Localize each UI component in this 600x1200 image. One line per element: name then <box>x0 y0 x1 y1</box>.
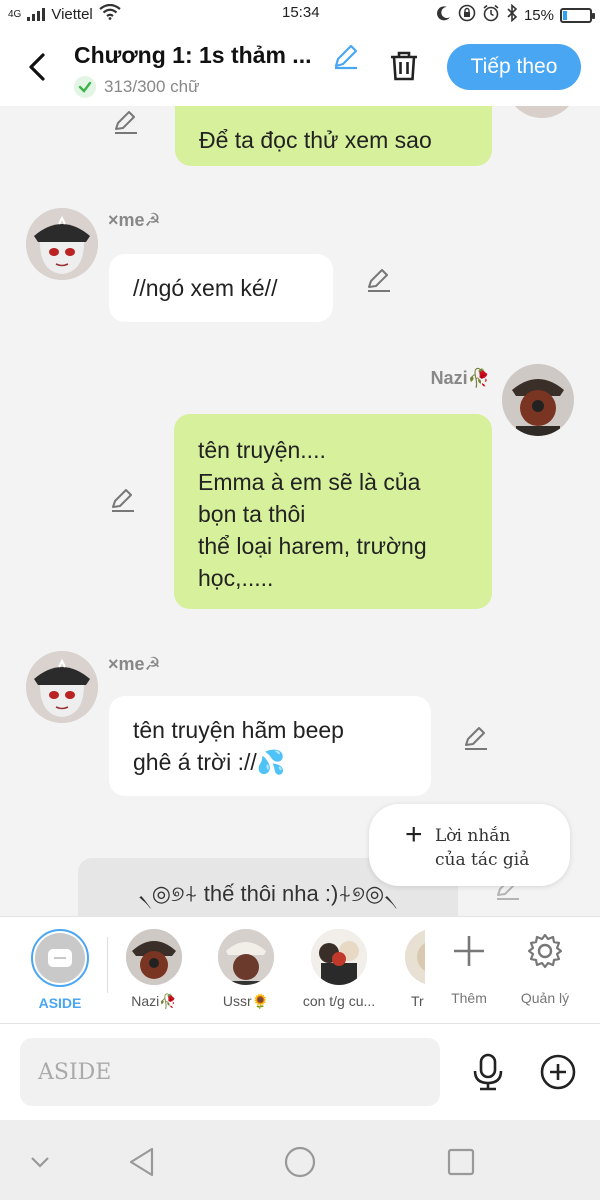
input-bar <box>0 1024 600 1120</box>
message-bubble[interactable]: tên truyện hãm beep ghê á trời ://💦 <box>109 696 431 796</box>
avatar[interactable] <box>506 106 578 118</box>
nav-home-button[interactable] <box>280 1142 320 1182</box>
wifi-icon <box>99 3 121 24</box>
square-recents-icon <box>447 1148 475 1176</box>
chevron-down-icon <box>31 1157 49 1168</box>
add-media-button[interactable] <box>538 1052 578 1092</box>
pencil-icon <box>465 727 487 750</box>
edit-message-button[interactable] <box>365 266 393 294</box>
word-count: 313/300 chữ <box>74 76 200 98</box>
next-button[interactable]: Tiếp theo <box>447 44 581 90</box>
author-note-button[interactable]: + Lời nhắn của tác giả <box>369 804 570 886</box>
circle-home-icon <box>284 1146 316 1178</box>
avatar <box>311 929 367 985</box>
character-nazi[interactable]: Nazi🥀 <box>111 929 197 1010</box>
sender-name: ×me☭ <box>108 210 161 230</box>
bluetooth-icon <box>506 3 518 26</box>
message-text: //ngó xem ké// <box>133 275 278 301</box>
manage-label: Quản lý <box>520 990 570 1006</box>
plus-icon: + <box>405 818 423 851</box>
signal-icon <box>27 7 46 21</box>
author-note-label-line: Lời nhắn <box>435 826 511 846</box>
network-type: 4G <box>8 8 22 20</box>
avatar <box>218 929 274 985</box>
add-circle-icon <box>540 1054 576 1090</box>
message-text-line: bọn ta thôi <box>198 501 306 527</box>
battery-percent: 15% <box>523 6 554 24</box>
edit-message-button[interactable] <box>109 486 137 514</box>
hide-keyboard-button[interactable] <box>22 1142 62 1182</box>
clock: 15:34 <box>282 4 320 21</box>
carrier-name: Viettel <box>51 5 93 23</box>
edit-message-button[interactable] <box>462 724 490 752</box>
edit-message-button[interactable] <box>112 108 140 136</box>
microphone-icon <box>473 1053 503 1091</box>
message-text-line: Emma à em sẽ là của <box>198 469 421 495</box>
voice-button[interactable] <box>468 1052 508 1092</box>
trash-icon <box>391 51 417 81</box>
aside-avatar <box>31 929 89 987</box>
nav-back-button[interactable] <box>124 1142 164 1182</box>
plus-icon <box>454 936 484 966</box>
character-name: Nazi🥀 <box>131 993 177 1009</box>
character-con-tg[interactable]: con t/g cu... <box>296 929 382 1009</box>
character-aside[interactable]: ASIDE <box>17 929 103 1011</box>
message-text-line: tên truyện.... <box>198 437 326 463</box>
chat-area[interactable]: Để ta đọc thử xem sao ×me☭ //ngó xem ké/… <box>0 106 600 916</box>
battery-icon <box>560 7 595 23</box>
avatar[interactable] <box>26 208 98 280</box>
triangle-back-icon <box>129 1147 154 1177</box>
chapter-header: Chương 1: 1s thảm ... 313/300 chữ Tiếp t… <box>0 30 600 106</box>
alarm-icon <box>482 4 500 26</box>
message-input[interactable] <box>20 1038 440 1106</box>
author-note-label-line: của tác giả <box>435 850 530 870</box>
sender-name: ×me☭ <box>108 654 161 674</box>
divider <box>107 937 108 993</box>
avatar[interactable] <box>502 364 574 436</box>
character-name: Tr <box>411 993 424 1009</box>
delete-button[interactable] <box>386 48 422 84</box>
chapter-title[interactable]: Chương 1: 1s thảm ... <box>74 42 311 69</box>
avatar <box>126 929 182 985</box>
avatar[interactable] <box>26 651 98 723</box>
sender-name: Nazi🥀 <box>430 368 490 388</box>
character-name: Ussr🌻 <box>222 993 270 1009</box>
moon-icon <box>436 5 452 25</box>
pencil-icon <box>368 269 390 292</box>
message-bubble[interactable]: tên truyện.... Emma à em sẽ là của bọn t… <box>174 414 492 609</box>
pencil-icon <box>112 489 134 512</box>
message-text-line: tên truyện hãm beep <box>133 717 344 743</box>
avatar <box>405 929 425 985</box>
status-bar: 4G Viettel 15:34 15% <box>0 0 600 30</box>
message-bubble[interactable]: Để ta đọc thử xem sao <box>175 106 492 166</box>
add-label: Thêm <box>451 990 487 1006</box>
message-text: Để ta đọc thử xem sao <box>199 127 432 153</box>
check-icon <box>74 76 96 98</box>
character-tr[interactable]: Tr <box>385 929 425 1009</box>
character-ussr[interactable]: Ussr🌻 <box>203 929 289 1010</box>
word-count-text: 313/300 chữ <box>104 77 200 96</box>
back-button[interactable] <box>22 50 52 84</box>
nav-recents-button[interactable] <box>441 1142 481 1182</box>
message-text-line: học,..... <box>198 565 274 591</box>
author-note-label: Lời nhắn của tác giả <box>435 824 555 872</box>
character-name: ASIDE <box>38 995 82 1011</box>
message-text: ৲◎୭⍭ thế thôi nha :)⍭୭◎৲ <box>138 881 398 906</box>
pencil-icon <box>115 111 137 134</box>
message-bubble[interactable]: //ngó xem ké// <box>109 254 333 322</box>
message-icon <box>48 949 72 967</box>
message-text-line: thể loại harem, trường <box>198 533 427 559</box>
gear-icon <box>527 933 563 969</box>
chevron-left-icon <box>29 53 45 81</box>
add-character-button[interactable]: Thêm <box>434 931 504 1006</box>
message-text-line: ghê á trời ://💦 <box>133 749 286 775</box>
edit-title-button[interactable] <box>332 42 360 70</box>
manage-button[interactable]: Quản lý <box>510 931 580 1006</box>
pencil-icon <box>334 44 358 70</box>
message-input-box[interactable] <box>20 1038 440 1106</box>
character-name: con t/g cu... <box>302 993 376 1009</box>
system-nav-bar <box>0 1120 600 1200</box>
lock-rotation-icon <box>458 4 476 26</box>
character-bar: ASIDE Nazi🥀 Ussr🌻 con t/g cu... Tr Thêm <box>0 916 600 1024</box>
